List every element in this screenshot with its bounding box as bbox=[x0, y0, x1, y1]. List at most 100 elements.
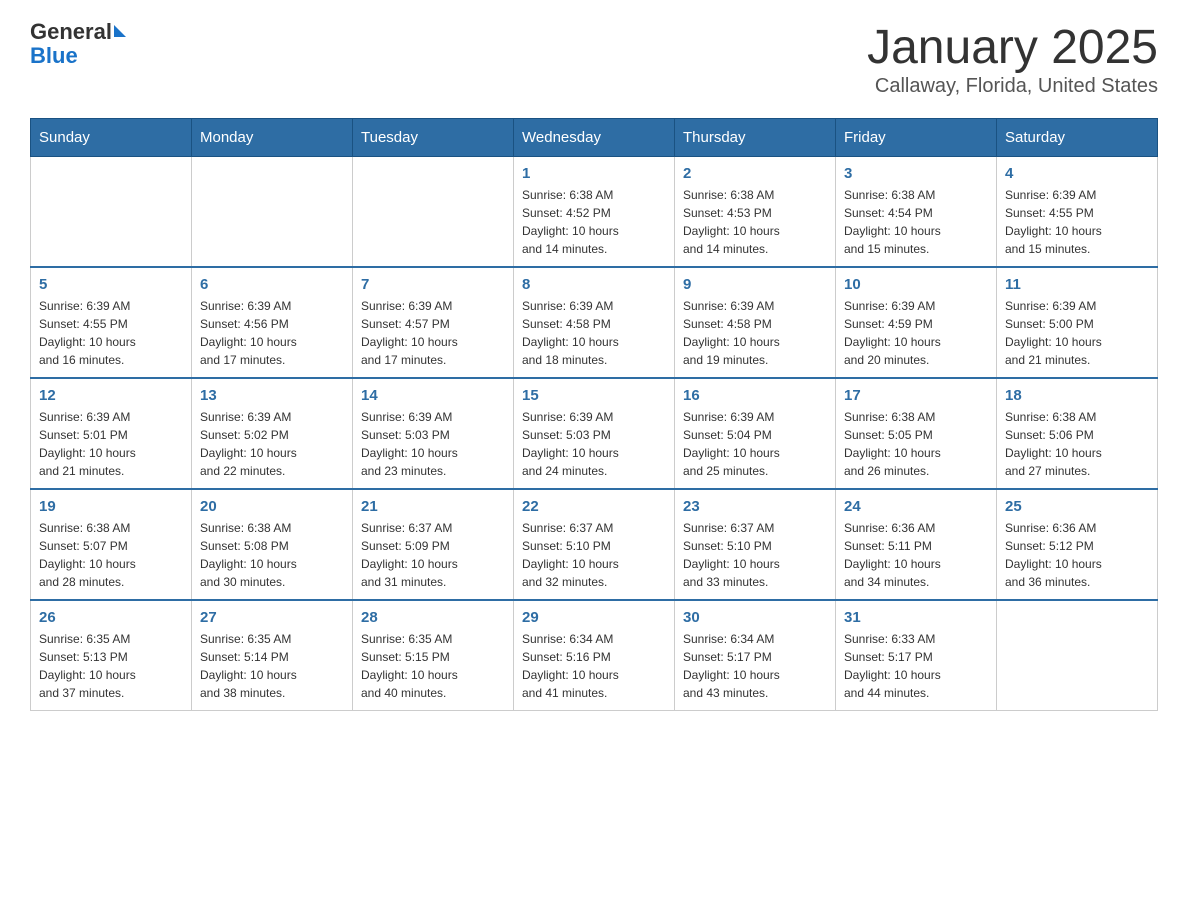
day-info: Sunrise: 6:34 AM Sunset: 5:17 PM Dayligh… bbox=[683, 630, 827, 702]
day-number: 10 bbox=[844, 276, 988, 293]
logo-general-text: General bbox=[30, 20, 112, 44]
day-cell-14: 14Sunrise: 6:39 AM Sunset: 5:03 PM Dayli… bbox=[353, 378, 514, 489]
header-tuesday: Tuesday bbox=[353, 119, 514, 157]
day-cell-27: 27 Sunrise: 6:35 AM Sunset: 5:14 PM Dayli… bbox=[192, 600, 353, 711]
day-number: 24 bbox=[844, 498, 988, 515]
day-number: 31 bbox=[844, 609, 988, 626]
day-info: Sunrise: 6:38 AM Sunset: 4:54 PM Dayligh… bbox=[844, 186, 988, 258]
empty-cell bbox=[353, 157, 514, 268]
day-number: 16 bbox=[683, 387, 827, 404]
header-row: SundayMondayTuesdayWednesdayThursdayFrid… bbox=[31, 119, 1158, 157]
day-number: 20 bbox=[200, 498, 344, 515]
day-info: Sunrise: 6:39 AM Sunset: 5:01 PM Dayligh… bbox=[39, 408, 183, 480]
day-info: Sunrise: 6:33 AM Sunset: 5:17 PM Dayligh… bbox=[844, 630, 988, 702]
day-number: 25 bbox=[1005, 498, 1149, 515]
day-cell-28: 28 Sunrise: 6:35 AM Sunset: 5:15 PM Dayli… bbox=[353, 600, 514, 711]
day-info: Sunrise: 6:35 AM Sunset: 5:14 PM Dayligh… bbox=[200, 630, 344, 702]
calendar-subtitle: Callaway, Florida, United States bbox=[867, 75, 1158, 98]
header-sunday: Sunday bbox=[31, 119, 192, 157]
empty-cell bbox=[31, 157, 192, 268]
day-cell-21: 21 Sunrise: 6:37 AM Sunset: 5:09 PM Dayli… bbox=[353, 489, 514, 600]
day-info: Sunrise: 6:39 AM Sunset: 5:03 PM Dayligh… bbox=[361, 408, 505, 480]
day-number: 29 bbox=[522, 609, 666, 626]
title-section: January 2025 Callaway, Florida, United S… bbox=[867, 20, 1158, 98]
day-info: Sunrise: 6:38 AM Sunset: 4:53 PM Dayligh… bbox=[683, 186, 827, 258]
day-cell-22: 22 Sunrise: 6:37 AM Sunset: 5:10 PM Dayli… bbox=[514, 489, 675, 600]
day-number: 5 bbox=[39, 276, 183, 293]
week-row-4: 19 Sunrise: 6:38 AM Sunset: 5:07 PM Dayli… bbox=[31, 489, 1158, 600]
day-cell-9: 9Sunrise: 6:39 AM Sunset: 4:58 PM Daylig… bbox=[675, 267, 836, 378]
day-number: 28 bbox=[361, 609, 505, 626]
day-cell-4: 4 Sunrise: 6:39 AM Sunset: 4:55 PM Daylig… bbox=[997, 157, 1158, 268]
day-number: 19 bbox=[39, 498, 183, 515]
day-number: 11 bbox=[1005, 276, 1149, 293]
day-number: 8 bbox=[522, 276, 666, 293]
day-info: Sunrise: 6:37 AM Sunset: 5:10 PM Dayligh… bbox=[683, 519, 827, 591]
day-cell-24: 24 Sunrise: 6:36 AM Sunset: 5:11 PM Dayli… bbox=[836, 489, 997, 600]
day-cell-5: 5Sunrise: 6:39 AM Sunset: 4:55 PM Daylig… bbox=[31, 267, 192, 378]
day-info: Sunrise: 6:38 AM Sunset: 5:05 PM Dayligh… bbox=[844, 408, 988, 480]
day-cell-30: 30Sunrise: 6:34 AM Sunset: 5:17 PM Dayli… bbox=[675, 600, 836, 711]
day-cell-26: 26Sunrise: 6:35 AM Sunset: 5:13 PM Dayli… bbox=[31, 600, 192, 711]
day-info: Sunrise: 6:39 AM Sunset: 4:58 PM Dayligh… bbox=[683, 297, 827, 369]
day-number: 17 bbox=[844, 387, 988, 404]
logo-arrow-icon bbox=[114, 25, 126, 37]
day-cell-15: 15 Sunrise: 6:39 AM Sunset: 5:03 PM Dayli… bbox=[514, 378, 675, 489]
day-number: 21 bbox=[361, 498, 505, 515]
day-number: 23 bbox=[683, 498, 827, 515]
day-info: Sunrise: 6:39 AM Sunset: 4:57 PM Dayligh… bbox=[361, 297, 505, 369]
day-info: Sunrise: 6:38 AM Sunset: 5:07 PM Dayligh… bbox=[39, 519, 183, 591]
header-friday: Friday bbox=[836, 119, 997, 157]
logo-blue-text: Blue bbox=[30, 43, 78, 68]
day-cell-1: 1 Sunrise: 6:38 AM Sunset: 4:52 PM Daylig… bbox=[514, 157, 675, 268]
week-row-5: 26Sunrise: 6:35 AM Sunset: 5:13 PM Dayli… bbox=[31, 600, 1158, 711]
day-info: Sunrise: 6:36 AM Sunset: 5:11 PM Dayligh… bbox=[844, 519, 988, 591]
day-info: Sunrise: 6:37 AM Sunset: 5:10 PM Dayligh… bbox=[522, 519, 666, 591]
day-info: Sunrise: 6:35 AM Sunset: 5:15 PM Dayligh… bbox=[361, 630, 505, 702]
day-cell-6: 6 Sunrise: 6:39 AM Sunset: 4:56 PM Daylig… bbox=[192, 267, 353, 378]
day-number: 15 bbox=[522, 387, 666, 404]
day-cell-13: 13Sunrise: 6:39 AM Sunset: 5:02 PM Dayli… bbox=[192, 378, 353, 489]
day-cell-20: 20 Sunrise: 6:38 AM Sunset: 5:08 PM Dayli… bbox=[192, 489, 353, 600]
header-thursday: Thursday bbox=[675, 119, 836, 157]
logo: General Blue bbox=[30, 20, 126, 68]
empty-cell bbox=[997, 600, 1158, 711]
day-info: Sunrise: 6:37 AM Sunset: 5:09 PM Dayligh… bbox=[361, 519, 505, 591]
day-number: 27 bbox=[200, 609, 344, 626]
day-number: 4 bbox=[1005, 165, 1149, 182]
day-cell-23: 23 Sunrise: 6:37 AM Sunset: 5:10 PM Dayli… bbox=[675, 489, 836, 600]
day-info: Sunrise: 6:36 AM Sunset: 5:12 PM Dayligh… bbox=[1005, 519, 1149, 591]
day-number: 22 bbox=[522, 498, 666, 515]
day-info: Sunrise: 6:39 AM Sunset: 4:59 PM Dayligh… bbox=[844, 297, 988, 369]
day-cell-7: 7Sunrise: 6:39 AM Sunset: 4:57 PM Daylig… bbox=[353, 267, 514, 378]
day-info: Sunrise: 6:35 AM Sunset: 5:13 PM Dayligh… bbox=[39, 630, 183, 702]
week-row-1: 1 Sunrise: 6:38 AM Sunset: 4:52 PM Daylig… bbox=[31, 157, 1158, 268]
day-info: Sunrise: 6:39 AM Sunset: 4:55 PM Dayligh… bbox=[1005, 186, 1149, 258]
day-cell-2: 2 Sunrise: 6:38 AM Sunset: 4:53 PM Daylig… bbox=[675, 157, 836, 268]
day-cell-3: 3Sunrise: 6:38 AM Sunset: 4:54 PM Daylig… bbox=[836, 157, 997, 268]
day-info: Sunrise: 6:38 AM Sunset: 5:08 PM Dayligh… bbox=[200, 519, 344, 591]
day-info: Sunrise: 6:39 AM Sunset: 5:03 PM Dayligh… bbox=[522, 408, 666, 480]
page-header: General Blue January 2025 Callaway, Flor… bbox=[30, 20, 1158, 98]
day-info: Sunrise: 6:38 AM Sunset: 4:52 PM Dayligh… bbox=[522, 186, 666, 258]
calendar-title: January 2025 bbox=[867, 20, 1158, 75]
day-cell-10: 10 Sunrise: 6:39 AM Sunset: 4:59 PM Dayli… bbox=[836, 267, 997, 378]
header-saturday: Saturday bbox=[997, 119, 1158, 157]
day-cell-25: 25 Sunrise: 6:36 AM Sunset: 5:12 PM Dayli… bbox=[997, 489, 1158, 600]
day-cell-11: 11 Sunrise: 6:39 AM Sunset: 5:00 PM Dayli… bbox=[997, 267, 1158, 378]
day-cell-31: 31 Sunrise: 6:33 AM Sunset: 5:17 PM Dayli… bbox=[836, 600, 997, 711]
day-number: 18 bbox=[1005, 387, 1149, 404]
day-cell-8: 8Sunrise: 6:39 AM Sunset: 4:58 PM Daylig… bbox=[514, 267, 675, 378]
day-info: Sunrise: 6:39 AM Sunset: 4:56 PM Dayligh… bbox=[200, 297, 344, 369]
day-info: Sunrise: 6:34 AM Sunset: 5:16 PM Dayligh… bbox=[522, 630, 666, 702]
day-number: 13 bbox=[200, 387, 344, 404]
header-monday: Monday bbox=[192, 119, 353, 157]
day-number: 1 bbox=[522, 165, 666, 182]
day-cell-29: 29 Sunrise: 6:34 AM Sunset: 5:16 PM Dayli… bbox=[514, 600, 675, 711]
day-cell-18: 18 Sunrise: 6:38 AM Sunset: 5:06 PM Dayli… bbox=[997, 378, 1158, 489]
day-info: Sunrise: 6:38 AM Sunset: 5:06 PM Dayligh… bbox=[1005, 408, 1149, 480]
day-info: Sunrise: 6:39 AM Sunset: 5:00 PM Dayligh… bbox=[1005, 297, 1149, 369]
day-number: 2 bbox=[683, 165, 827, 182]
empty-cell bbox=[192, 157, 353, 268]
day-number: 6 bbox=[200, 276, 344, 293]
